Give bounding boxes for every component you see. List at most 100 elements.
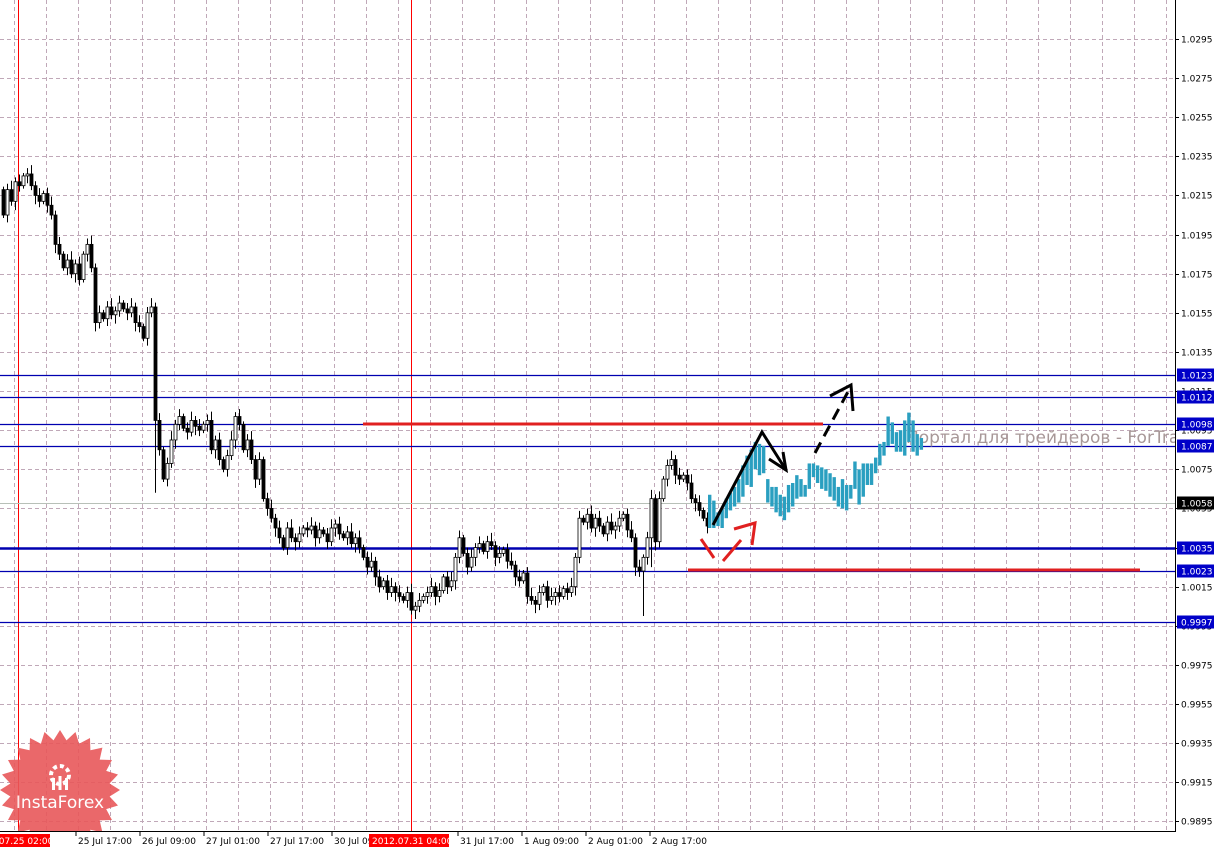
candle-bull <box>233 416 238 441</box>
candle-bear <box>261 459 266 500</box>
candle-bull <box>113 310 118 316</box>
candle-bull <box>405 592 410 601</box>
projection-bar <box>844 484 849 511</box>
candle-bear <box>565 588 570 593</box>
price-axis[interactable]: 1.0295 1.0275 1.0255 1.0235 1.0215 1.0195 1.01… <box>1175 36 1213 828</box>
candle-bull <box>537 592 542 605</box>
x-tick-label: 1 Aug 09:00 <box>524 837 579 847</box>
candle-bear <box>385 580 390 593</box>
candle-bear <box>373 560 378 578</box>
candle-bull <box>389 586 394 593</box>
candle-bear <box>677 474 682 480</box>
candle-bear <box>89 243 94 269</box>
candle-bear <box>137 322 142 327</box>
projection-bar <box>811 463 816 478</box>
candle-bear <box>277 527 282 539</box>
projection-bar <box>820 467 824 489</box>
candle-bull <box>497 553 502 558</box>
candle-bull <box>145 312 150 339</box>
candle-bull <box>189 420 194 433</box>
x-tick-label: 26 Jul 09:00 <box>142 837 196 847</box>
y-tick-label: 1.0235 <box>1181 153 1213 163</box>
candle-bull <box>117 302 122 312</box>
projection-bar <box>836 486 841 507</box>
candle-bear <box>181 416 186 429</box>
candle-bull <box>649 498 654 539</box>
x-tick-label: 2 Aug 17:00 <box>652 837 707 847</box>
y-tick-label: 1.0195 <box>1181 232 1213 242</box>
y-tick-label: 1.0275 <box>1181 75 1213 85</box>
candle-bull <box>485 541 490 552</box>
candle-bear <box>241 423 246 451</box>
projection-bar <box>853 461 857 489</box>
candle-bull <box>353 537 358 545</box>
candle-bear <box>269 508 274 519</box>
candle-bear <box>141 326 146 339</box>
candle-bull <box>641 556 646 572</box>
x-tick-label: 25 Jul 17:00 <box>78 837 132 847</box>
candle-bear <box>313 525 318 539</box>
projection-bar <box>766 479 770 503</box>
candle-bull <box>165 463 170 480</box>
x-tick-label: 27 Jul 01:00 <box>206 837 260 847</box>
projection-bar <box>869 463 874 485</box>
candle-bear <box>525 572 530 597</box>
projection-bar <box>886 416 890 446</box>
candle-bear <box>513 564 518 578</box>
candle-bear <box>377 576 382 588</box>
logo-text: InstaForex <box>16 793 104 813</box>
candle-bull <box>449 580 454 588</box>
candle-bear <box>589 513 594 529</box>
candle-bull <box>169 439 174 464</box>
time-axis[interactable]: 25 Jul 17:00 26 Jul 09:00 27 Jul 01:00 27 J… <box>0 831 707 847</box>
candle-bear <box>61 253 66 269</box>
candle-bull <box>413 605 418 611</box>
candle-bull <box>621 513 626 519</box>
candle-bull <box>149 306 154 314</box>
candle-bull <box>97 312 102 324</box>
candle-bear <box>393 586 398 593</box>
y-tick-label: 1.0015 <box>1181 584 1213 594</box>
candle-bull <box>453 556 458 582</box>
candle-bull <box>521 572 526 582</box>
candle-bear <box>197 425 202 431</box>
projection-bar <box>782 496 787 521</box>
candle-bull <box>425 592 430 597</box>
projection-bar <box>894 432 899 452</box>
y-tick-label: 0.9935 <box>1181 740 1213 750</box>
candle-bear <box>557 592 562 597</box>
candle-bull <box>25 173 30 177</box>
candle-bull <box>213 439 218 451</box>
candle-bull <box>645 537 650 558</box>
candle-bull <box>229 439 234 457</box>
candle-bull <box>573 556 578 588</box>
projection-bar <box>815 465 820 484</box>
candle-bear <box>409 592 414 611</box>
candle-bull <box>441 576 446 591</box>
candle-bull <box>173 423 178 441</box>
projection-bar <box>911 420 915 452</box>
candle-bull <box>257 459 262 480</box>
candle-bull <box>81 253 86 280</box>
level-label: 1.0087 <box>1181 443 1213 453</box>
level-label: 1.0123 <box>1181 372 1213 382</box>
price-chart[interactable]: Портал для трейдеров - ForTrader.ru Inst… <box>0 0 1223 852</box>
candle-bull <box>333 523 338 529</box>
candle-bear <box>265 498 270 509</box>
candle-bear <box>1 189 6 216</box>
candle-bear <box>45 193 50 206</box>
candle-bear <box>673 459 678 476</box>
candle-bear <box>49 204 54 216</box>
red-arrow-up[interactable] <box>721 539 743 562</box>
candle-bear <box>341 533 346 539</box>
candle-bear <box>653 498 658 543</box>
candle-bull <box>457 537 462 558</box>
candle-bear <box>53 214 58 245</box>
level-label: 1.0023 <box>1181 568 1213 578</box>
candle-bear <box>93 267 98 324</box>
candle-bear <box>349 531 354 545</box>
candle-bull <box>417 599 422 607</box>
candle-bear <box>109 306 114 316</box>
vertical-markers <box>18 0 412 831</box>
candle-bear <box>221 459 226 470</box>
